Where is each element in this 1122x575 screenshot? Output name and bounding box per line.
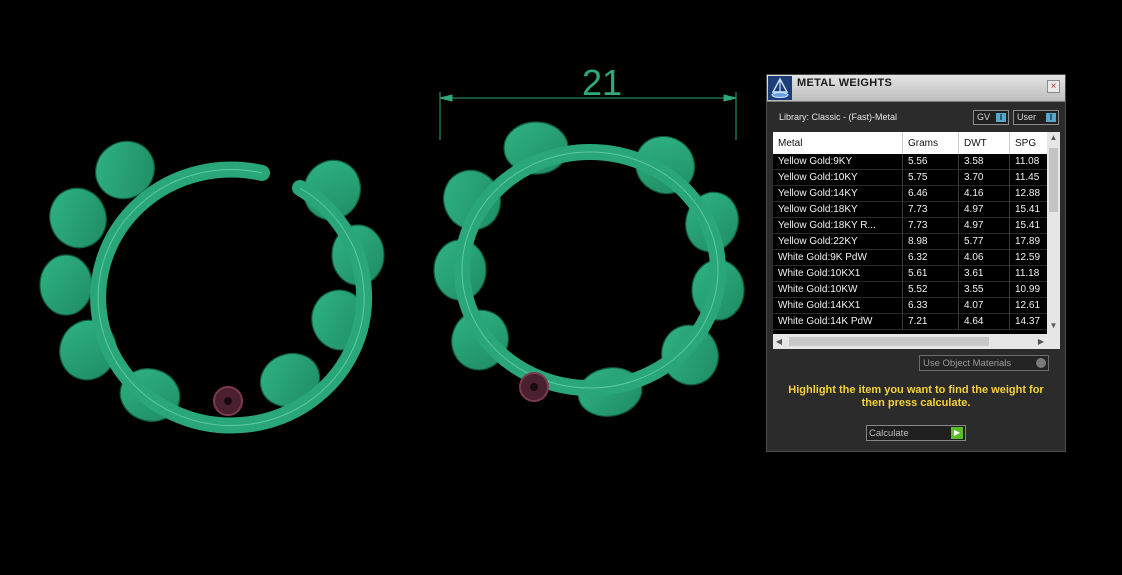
cell-grams: 6.32 bbox=[903, 250, 959, 266]
table-row[interactable]: White Gold:10KW 5.52 3.55 10.99 bbox=[773, 282, 1047, 298]
cell-grams: 6.46 bbox=[903, 186, 959, 202]
cell-metal: White Gold:14K PdW bbox=[773, 314, 903, 330]
cell-spg: 12.88 bbox=[1010, 186, 1047, 202]
scroll-thumb[interactable] bbox=[789, 337, 989, 346]
cell-dwt: 3.58 bbox=[959, 154, 1010, 170]
earring-model-right[interactable] bbox=[433, 121, 745, 421]
cell-spg: 11.18 bbox=[1010, 266, 1047, 282]
table-body: Yellow Gold:9KY 5.56 3.58 11.08 Yellow G… bbox=[773, 154, 1047, 334]
cell-spg: 10.99 bbox=[1010, 282, 1047, 298]
table-row[interactable]: White Gold:14KX1 6.33 4.07 12.61 bbox=[773, 298, 1047, 314]
cell-spg: 12.61 bbox=[1010, 298, 1047, 314]
scroll-thumb[interactable] bbox=[1049, 148, 1058, 212]
user-toggle[interactable]: User I bbox=[1013, 110, 1059, 125]
column-header-grams[interactable]: Grams bbox=[903, 132, 959, 154]
column-header-metal[interactable]: Metal bbox=[773, 132, 903, 154]
play-arrow-icon: ▶ bbox=[951, 427, 963, 439]
cell-grams: 5.56 bbox=[903, 154, 959, 170]
scroll-right-icon[interactable]: ▶ bbox=[1035, 334, 1047, 349]
scroll-left-icon[interactable]: ◀ bbox=[773, 334, 785, 349]
cell-dwt: 4.64 bbox=[959, 314, 1010, 330]
user-toggle-label: User bbox=[1017, 112, 1037, 122]
cell-spg: 15.41 bbox=[1010, 202, 1047, 218]
dimension-label: 21 bbox=[582, 62, 622, 103]
close-icon[interactable]: × bbox=[1047, 80, 1060, 93]
cell-metal: Yellow Gold:10KY bbox=[773, 170, 903, 186]
calculate-label: Calculate bbox=[869, 428, 909, 439]
cell-dwt: 4.97 bbox=[959, 218, 1010, 234]
scroll-up-icon[interactable]: ▲ bbox=[1047, 132, 1060, 144]
table-row[interactable]: White Gold:10KX1 5.61 3.61 11.18 bbox=[773, 266, 1047, 282]
gv-toggle[interactable]: GV I bbox=[973, 110, 1009, 125]
table-row[interactable]: Yellow Gold:10KY 5.75 3.70 11.45 bbox=[773, 170, 1047, 186]
cell-metal: Yellow Gold:14KY bbox=[773, 186, 903, 202]
cell-dwt: 5.77 bbox=[959, 234, 1010, 250]
cell-metal: White Gold:14KX1 bbox=[773, 298, 903, 314]
cell-dwt: 4.97 bbox=[959, 202, 1010, 218]
cell-grams: 6.33 bbox=[903, 298, 959, 314]
cell-metal: White Gold:10KX1 bbox=[773, 266, 903, 282]
table-row[interactable]: Yellow Gold:9KY 5.56 3.58 11.08 bbox=[773, 154, 1047, 170]
cell-spg: 11.08 bbox=[1010, 154, 1047, 170]
cell-metal: Yellow Gold:22KY bbox=[773, 234, 903, 250]
table-row[interactable]: Yellow Gold:18KY 7.73 4.97 15.41 bbox=[773, 202, 1047, 218]
panel-title: METAL WEIGHTS bbox=[797, 77, 893, 89]
library-label: Library: Classic - (Fast)-Metal bbox=[779, 112, 898, 122]
cell-spg: 17.89 bbox=[1010, 234, 1047, 250]
cell-grams: 7.73 bbox=[903, 218, 959, 234]
cell-grams: 8.98 bbox=[903, 234, 959, 250]
viewport-canvas: 21 bbox=[39, 62, 745, 434]
cell-grams: 7.73 bbox=[903, 202, 959, 218]
table-row[interactable]: White Gold:14K PdW 7.21 4.64 14.37 bbox=[773, 314, 1047, 330]
cell-spg: 12.59 bbox=[1010, 250, 1047, 266]
radio-dot-icon bbox=[1036, 358, 1046, 368]
cell-grams: 5.61 bbox=[903, 266, 959, 282]
metal-weights-panel: METAL WEIGHTS × Library: Classic - (Fast… bbox=[766, 74, 1066, 452]
cell-metal: Yellow Gold:9KY bbox=[773, 154, 903, 170]
cell-dwt: 4.06 bbox=[959, 250, 1010, 266]
table-row[interactable]: Yellow Gold:14KY 6.46 4.16 12.88 bbox=[773, 186, 1047, 202]
gv-toggle-label: GV bbox=[977, 112, 991, 122]
metal-table: Metal Grams DWT SPG Yellow Gold:9KY 5.56… bbox=[773, 132, 1060, 349]
table-row[interactable]: White Gold:9K PdW 6.32 4.06 12.59 bbox=[773, 250, 1047, 266]
vertical-scrollbar[interactable]: ▲ ▼ bbox=[1047, 132, 1060, 334]
cell-metal: White Gold:10KW bbox=[773, 282, 903, 298]
cell-grams: 7.21 bbox=[903, 314, 959, 330]
cell-metal: Yellow Gold:18KY bbox=[773, 202, 903, 218]
cell-grams: 5.52 bbox=[903, 282, 959, 298]
panel-titlebar[interactable]: METAL WEIGHTS × bbox=[767, 75, 1065, 102]
3d-viewport[interactable]: 21 bbox=[0, 0, 760, 575]
use-object-materials-toggle[interactable]: Use Object Materials bbox=[919, 355, 1049, 371]
horizontal-scrollbar[interactable]: ◀ ▶ bbox=[773, 334, 1060, 349]
toggle-switch-icon: I bbox=[996, 113, 1006, 122]
cell-spg: 11.45 bbox=[1010, 170, 1047, 186]
cell-dwt: 3.61 bbox=[959, 266, 1010, 282]
table-header: Metal Grams DWT SPG bbox=[773, 132, 1060, 154]
cell-dwt: 3.55 bbox=[959, 282, 1010, 298]
toggle-switch-icon: I bbox=[1046, 113, 1056, 122]
cell-metal: Yellow Gold:18KY R... bbox=[773, 218, 903, 234]
table-row[interactable]: Yellow Gold:18KY R... 7.73 4.97 15.41 bbox=[773, 218, 1047, 234]
gem-scale-icon bbox=[768, 76, 792, 100]
scroll-down-icon[interactable]: ▼ bbox=[1047, 320, 1060, 332]
earring-model-left[interactable] bbox=[39, 130, 385, 434]
cell-spg: 15.41 bbox=[1010, 218, 1047, 234]
column-header-dwt[interactable]: DWT bbox=[959, 132, 1010, 154]
cell-grams: 5.75 bbox=[903, 170, 959, 186]
cell-metal: White Gold:9K PdW bbox=[773, 250, 903, 266]
use-object-materials-label: Use Object Materials bbox=[923, 358, 1012, 369]
cell-spg: 14.37 bbox=[1010, 314, 1047, 330]
calculate-button[interactable]: Calculate ▶ bbox=[866, 425, 966, 441]
cell-dwt: 3.70 bbox=[959, 170, 1010, 186]
cell-dwt: 4.16 bbox=[959, 186, 1010, 202]
instruction-text: Highlight the item you want to find the … bbox=[788, 384, 1044, 409]
cell-dwt: 4.07 bbox=[959, 298, 1010, 314]
table-row[interactable]: Yellow Gold:22KY 8.98 5.77 17.89 bbox=[773, 234, 1047, 250]
